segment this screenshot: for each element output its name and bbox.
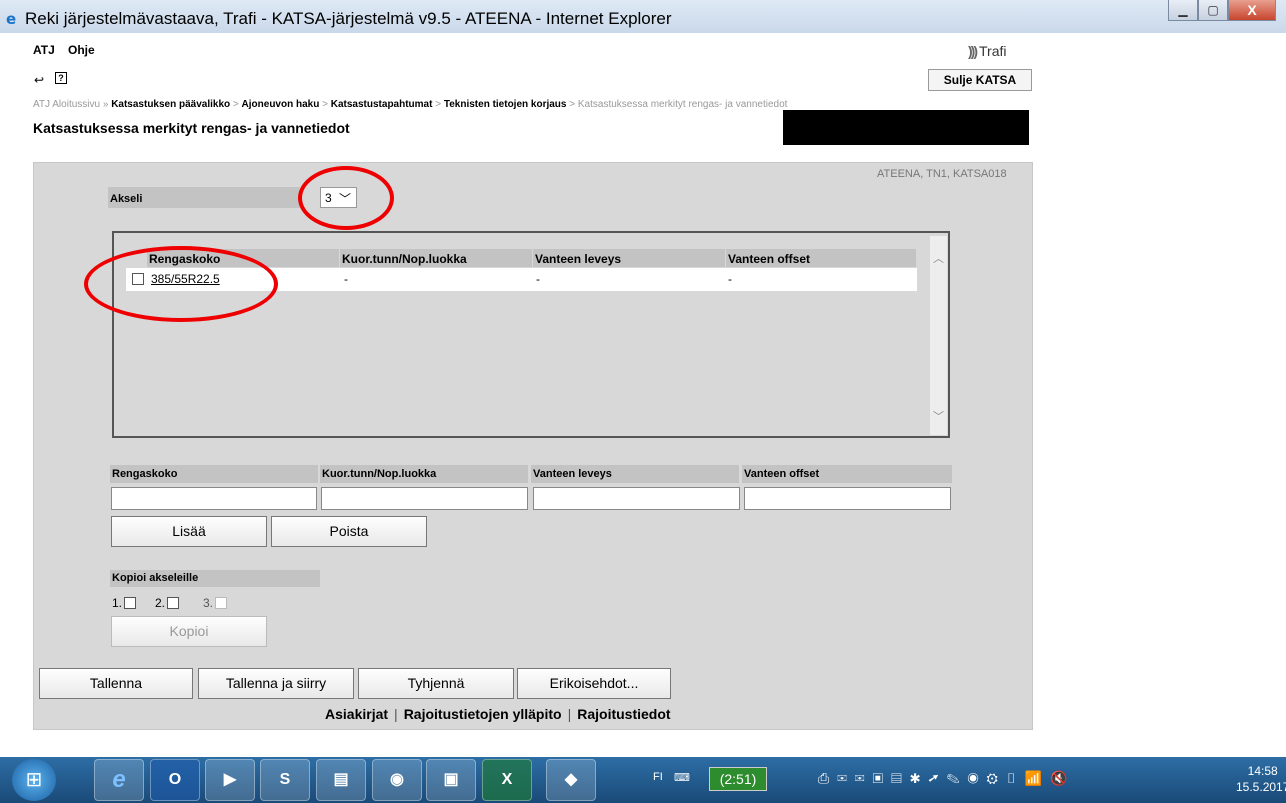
tray-icons[interactable]: ⎙✉✉▣▤✱➚✎◉⚙▯📶🔇 <box>818 770 1075 787</box>
link-asiakirjat[interactable]: Asiakirjat <box>325 706 388 722</box>
rengaskoko-input[interactable] <box>111 487 317 510</box>
breadcrumb-item-tech-fix[interactable]: Teknisten tietojen korjaus <box>444 99 567 110</box>
minimize-button[interactable]: ▁ <box>1168 0 1198 21</box>
file-explorer-taskbar-icon[interactable]: ▤ <box>316 759 366 801</box>
remote-desktop-taskbar-icon[interactable]: ▣ <box>426 759 476 801</box>
excel-taskbar-icon[interactable]: X <box>482 759 532 801</box>
trafi-logo-text: Trafi <box>979 43 1007 59</box>
copy-axle-3-checkbox <box>215 597 228 609</box>
field-label-offset: Vanteen offset <box>742 465 952 483</box>
clock[interactable]: 14:58 15.5.2017 <box>1236 763 1286 795</box>
screen-id: ATEENA, TN1, KATSA018 <box>877 168 1007 180</box>
copy-axles-heading: Kopioi akseleille <box>110 570 320 587</box>
copy-axle-2[interactable]: 2. <box>155 596 180 610</box>
column-header-leveys: Vanteen leveys <box>533 249 726 267</box>
menu-ohje[interactable]: Ohje <box>68 43 95 57</box>
close-katsa-button[interactable]: Sulje KATSA <box>928 69 1032 91</box>
cell-leveys: - <box>536 272 540 286</box>
breadcrumb-item-vehicle-search[interactable]: Ajoneuvon haku <box>242 99 320 110</box>
outlook-taskbar-icon[interactable]: O <box>150 759 200 801</box>
offset-input[interactable] <box>744 487 951 510</box>
field-label-kuor: Kuor.tunn/Nop.luokka <box>320 465 528 483</box>
trafi-logo: ))) Trafi <box>968 43 1006 59</box>
link-rajoitustiedot[interactable]: Rajoitustiedot <box>577 706 670 722</box>
copy-axle-2-checkbox[interactable] <box>167 597 180 609</box>
menu-bar: ATJ Ohje <box>0 33 1040 57</box>
scroll-down-icon[interactable]: ﹀ <box>933 408 944 424</box>
media-player-taskbar-icon[interactable]: ▶ <box>205 759 255 801</box>
copy-button: Kopioi <box>111 616 267 647</box>
keyboard-icon[interactable]: ⌨ <box>674 771 690 784</box>
footer-links: Asiakirjat | Rajoitustietojen ylläpito | Raj… <box>325 706 671 722</box>
clock-time: 14:58 <box>1247 764 1278 778</box>
help-icon[interactable]: ? <box>55 72 67 84</box>
breadcrumb-item-main-menu[interactable]: Katsastuksen päävalikko <box>111 99 230 110</box>
annotation-circle-tire <box>84 246 278 322</box>
window-controls: ▁ ▢ X <box>1168 0 1276 21</box>
field-label-rengaskoko: Rengaskoko <box>110 465 318 483</box>
remove-button[interactable]: Poista <box>271 516 427 547</box>
breadcrumb-item-events[interactable]: Katsastustapahtumat <box>331 99 433 110</box>
icon-bar: ↩ ? <box>0 67 1040 89</box>
breadcrumb-item-home[interactable]: ATJ Aloitussivu <box>33 99 100 110</box>
special-conditions-button[interactable]: Erikoisehdot... <box>517 668 671 699</box>
window-title: Reki järjestelmävastaava, Trafi - KATSA-… <box>25 9 672 28</box>
cell-offset: - <box>728 272 732 286</box>
internet-explorer-taskbar-icon[interactable]: e <box>94 759 144 801</box>
clear-button[interactable]: Tyhjennä <box>358 668 514 699</box>
copy-axle-1[interactable]: 1. <box>112 596 137 610</box>
copy-axle-3: 3. <box>203 596 228 610</box>
redaction-box <box>783 110 1029 145</box>
cell-kuor: - <box>344 272 348 286</box>
window-titlebar: e Reki järjestelmävastaava, Trafi - KATS… <box>0 0 1286 33</box>
save-and-go-button[interactable]: Tallenna ja siirry <box>198 668 354 699</box>
annotation-circle-axle <box>298 166 394 230</box>
maximize-button[interactable]: ▢ <box>1198 0 1228 21</box>
sharepoint-taskbar-icon[interactable]: S <box>260 759 310 801</box>
link-rajoitus-yllapito[interactable]: Rajoitustietojen ylläpito <box>404 706 562 722</box>
internet-explorer-icon: e <box>6 10 17 28</box>
table-scrollbar[interactable]: ︿ ﹀ <box>930 236 947 435</box>
column-header-kuor: Kuor.tunn/Nop.luokka <box>340 249 533 267</box>
battery-time[interactable]: (2:51) <box>709 767 767 791</box>
menu-atj[interactable]: ATJ <box>33 43 55 57</box>
axle-label: Akseli <box>108 187 300 208</box>
page-title: Katsastuksessa merkityt rengas- ja vanne… <box>33 120 350 136</box>
save-button[interactable]: Tallenna <box>39 668 193 699</box>
add-button[interactable]: Lisää <box>111 516 267 547</box>
leveys-input[interactable] <box>533 487 740 510</box>
close-window-button[interactable]: X <box>1228 0 1276 21</box>
copy-axle-1-checkbox[interactable] <box>124 597 137 609</box>
column-header-offset: Vanteen offset <box>726 249 917 267</box>
return-arrow-icon[interactable]: ↩ <box>34 73 44 87</box>
breadcrumb-item-current: Katsastuksessa merkityt rengas- ja vanne… <box>577 99 788 110</box>
trafi-logo-icon: ))) <box>968 43 978 59</box>
clock-date: 15.5.2017 <box>1236 780 1286 794</box>
folder-app-taskbar-icon[interactable]: ◆ <box>546 759 596 801</box>
language-indicator[interactable]: FI <box>653 771 663 783</box>
kuor-input[interactable] <box>321 487 528 510</box>
chrome-taskbar-icon[interactable]: ◉ <box>372 759 422 801</box>
scroll-up-icon[interactable]: ︿ <box>933 250 944 266</box>
field-label-leveys: Vanteen leveys <box>531 465 739 483</box>
start-button[interactable]: ⊞ <box>12 759 56 801</box>
taskbar: ⊞ e O ▶ S ▤ ◉ ▣ X ◆ FI ⌨ (2:51) ⎙✉✉▣▤✱➚✎… <box>0 757 1286 803</box>
breadcrumb: ATJ Aloitussivu » Katsastuksen päävalikk… <box>33 99 788 110</box>
